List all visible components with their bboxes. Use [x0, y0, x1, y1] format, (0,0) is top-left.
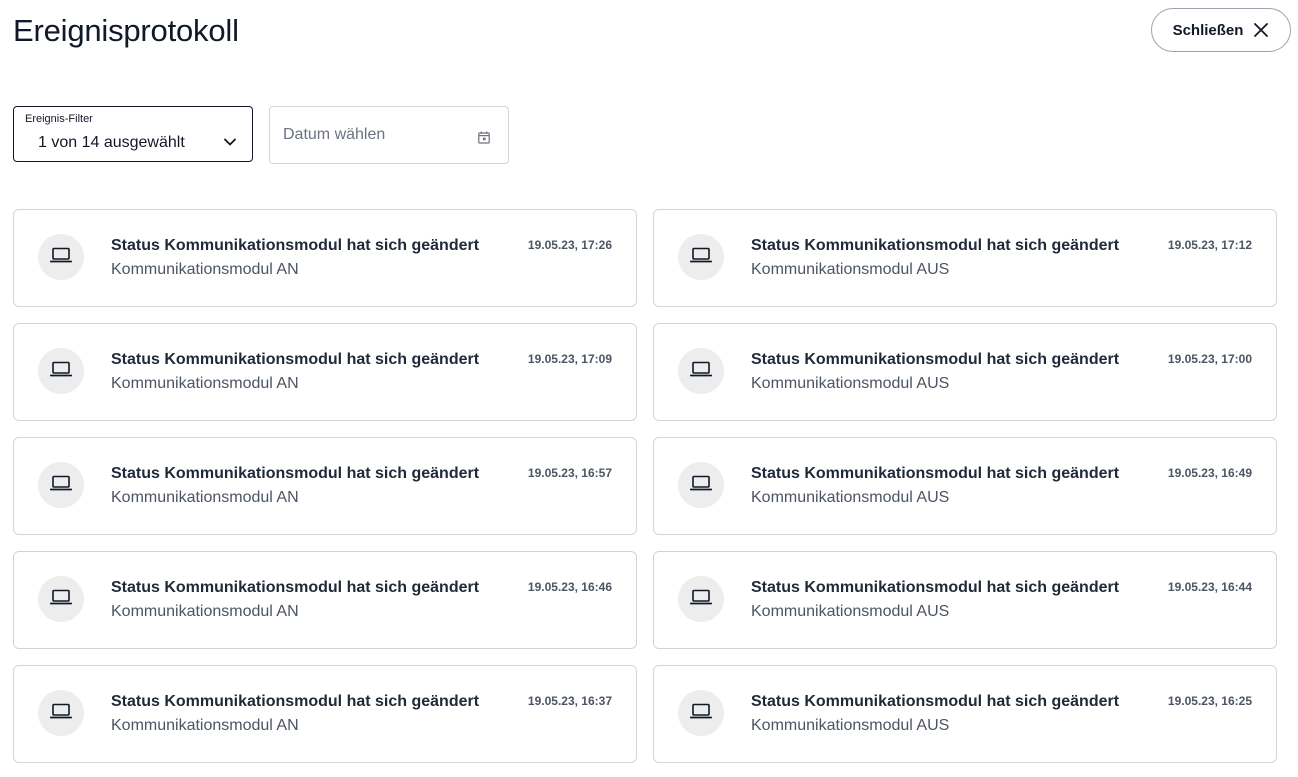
event-timestamp: 19.05.23, 17:12	[1167, 238, 1252, 252]
event-icon-avatar	[38, 234, 84, 280]
event-timestamp: 19.05.23, 16:49	[1167, 466, 1252, 480]
event-detail: Kommunikationsmodul AN	[111, 603, 299, 620]
close-button[interactable]: Schließen	[1151, 8, 1291, 52]
event-title: Status Kommunikationsmodul hat sich geän…	[111, 351, 480, 368]
event-icon-avatar	[678, 576, 724, 622]
event-detail: Kommunikationsmodul AN	[111, 717, 299, 734]
laptop-icon	[689, 475, 713, 496]
laptop-icon	[49, 589, 73, 610]
event-timestamp: 19.05.23, 16:57	[527, 466, 612, 480]
event-card[interactable]: Status Kommunikationsmodul hat sich geän…	[13, 665, 637, 763]
chevron-down-icon	[224, 133, 236, 151]
event-filter-value: 1 von 14 ausgewählt	[38, 134, 185, 151]
laptop-icon	[49, 361, 73, 382]
event-title: Status Kommunikationsmodul hat sich geän…	[751, 237, 1120, 254]
event-timestamp: 19.05.23, 17:26	[527, 238, 612, 252]
event-title: Status Kommunikationsmodul hat sich geän…	[751, 579, 1120, 596]
event-title: Status Kommunikationsmodul hat sich geän…	[111, 465, 480, 482]
laptop-icon	[49, 247, 73, 268]
event-detail: Kommunikationsmodul AN	[111, 489, 299, 506]
event-detail: Kommunikationsmodul AUS	[751, 717, 950, 734]
laptop-icon	[689, 589, 713, 610]
event-card[interactable]: Status Kommunikationsmodul hat sich geän…	[653, 323, 1277, 421]
date-picker-field[interactable]: Datum wählen	[269, 106, 509, 164]
event-title: Status Kommunikationsmodul hat sich geän…	[751, 465, 1120, 482]
laptop-icon	[689, 247, 713, 268]
event-title: Status Kommunikationsmodul hat sich geän…	[111, 237, 480, 254]
event-detail: Kommunikationsmodul AUS	[751, 489, 950, 506]
event-detail: Kommunikationsmodul AUS	[751, 375, 950, 392]
event-card[interactable]: Status Kommunikationsmodul hat sich geän…	[13, 323, 637, 421]
event-log-page: Ereignisprotokoll Schließen Ereignis-Fil…	[0, 0, 1298, 777]
event-timestamp: 19.05.23, 16:25	[1167, 694, 1252, 708]
laptop-icon	[689, 361, 713, 382]
event-detail: Kommunikationsmodul AUS	[751, 603, 950, 620]
event-icon-avatar	[38, 462, 84, 508]
laptop-icon	[49, 475, 73, 496]
event-icon-avatar	[678, 234, 724, 280]
event-filter-label: Ereignis-Filter	[25, 113, 93, 125]
event-icon-avatar	[38, 576, 84, 622]
event-timestamp: 19.05.23, 17:00	[1167, 352, 1252, 366]
event-filter-select[interactable]: Ereignis-Filter 1 von 14 ausgewählt	[13, 106, 253, 162]
laptop-icon	[689, 703, 713, 724]
date-placeholder: Datum wählen	[283, 126, 386, 143]
event-title: Status Kommunikationsmodul hat sich geän…	[751, 693, 1120, 710]
event-card[interactable]: Status Kommunikationsmodul hat sich geän…	[13, 209, 637, 307]
laptop-icon	[49, 703, 73, 724]
close-button-label: Schließen	[1172, 21, 1244, 39]
event-timestamp: 19.05.23, 16:46	[527, 580, 612, 594]
close-icon	[1253, 22, 1269, 38]
event-icon-avatar	[678, 348, 724, 394]
event-detail: Kommunikationsmodul AUS	[751, 261, 950, 278]
event-detail: Kommunikationsmodul AN	[111, 261, 299, 278]
event-card[interactable]: Status Kommunikationsmodul hat sich geän…	[13, 437, 637, 535]
event-card[interactable]: Status Kommunikationsmodul hat sich geän…	[653, 209, 1277, 307]
event-detail: Kommunikationsmodul AN	[111, 375, 299, 392]
event-timestamp: 19.05.23, 16:44	[1167, 580, 1252, 594]
event-icon-avatar	[38, 690, 84, 736]
event-card[interactable]: Status Kommunikationsmodul hat sich geän…	[653, 437, 1277, 535]
event-icon-avatar	[678, 462, 724, 508]
event-timestamp: 19.05.23, 17:09	[527, 352, 612, 366]
page-title: Ereignisprotokoll	[13, 13, 239, 48]
event-title: Status Kommunikationsmodul hat sich geän…	[111, 579, 480, 596]
event-timestamp: 19.05.23, 16:37	[527, 694, 612, 708]
event-title: Status Kommunikationsmodul hat sich geän…	[111, 693, 480, 710]
event-icon-avatar	[38, 348, 84, 394]
event-card[interactable]: Status Kommunikationsmodul hat sich geän…	[13, 551, 637, 649]
calendar-icon[interactable]	[478, 131, 490, 149]
event-icon-avatar	[678, 690, 724, 736]
event-card[interactable]: Status Kommunikationsmodul hat sich geän…	[653, 551, 1277, 649]
event-title: Status Kommunikationsmodul hat sich geän…	[751, 351, 1120, 368]
event-card[interactable]: Status Kommunikationsmodul hat sich geän…	[653, 665, 1277, 763]
